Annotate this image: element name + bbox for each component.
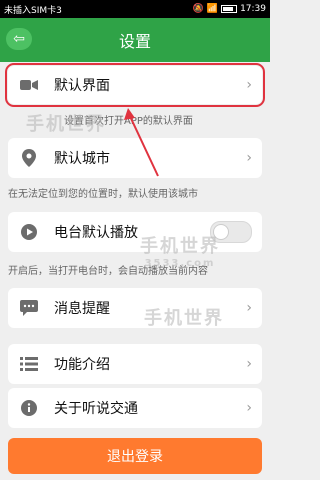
watermark-logo: 手机世界 <box>26 110 106 136</box>
watermark-logo: 手机世界 3533.com <box>140 232 220 269</box>
chevron-right-icon: › <box>246 300 252 316</box>
chevron-right-icon: › <box>246 400 252 416</box>
battery-icon <box>221 5 238 13</box>
setting-about[interactable]: 关于听说交通 › <box>8 388 262 428</box>
carrier-text: 未插入SIM卡3 <box>4 5 62 16</box>
setting-label: 关于听说交通 <box>54 401 138 417</box>
setting-radio-autoplay[interactable]: 电台默认播放 <box>8 212 262 252</box>
watermark-text: 手机世界 <box>140 236 220 257</box>
setting-default-city[interactable]: 默认城市 › <box>8 138 262 178</box>
play-icon <box>18 221 40 243</box>
info-icon <box>18 397 40 419</box>
setting-default-screen[interactable]: 默认界面 › <box>5 63 265 107</box>
setting-features[interactable]: 功能介绍 › <box>8 344 262 384</box>
status-bar: 未插入SIM卡3 🔕 📶 17:39 <box>0 0 270 18</box>
setting-note: 在无法定位到您的位置时，默认使用该城市 <box>8 189 198 200</box>
watermark-text: 手机世界 <box>144 308 224 329</box>
page-title: 设置 <box>118 32 151 51</box>
setting-label: 功能介绍 <box>54 357 110 373</box>
message-bubble-icon <box>18 297 40 319</box>
watermark-url: 3533.com <box>144 258 216 269</box>
status-icons: 🔕 📶 17:39 <box>193 4 266 14</box>
back-arrow-icon: ⇦ <box>13 31 25 47</box>
logout-label: 退出登录 <box>107 449 163 465</box>
setting-note: 开启后，当打开电台时，会自动播放当前内容 <box>8 266 208 277</box>
bell-icon: 🔕 <box>192 4 204 14</box>
list-menu-icon <box>18 353 40 375</box>
setting-label: 默认城市 <box>54 151 110 167</box>
location-pin-icon <box>18 147 40 169</box>
back-button[interactable]: ⇦ <box>6 28 32 50</box>
wifi-icon: 📶 <box>206 4 219 14</box>
clock: 17:39 <box>240 4 266 14</box>
logout-button[interactable]: 退出登录 <box>8 438 262 474</box>
video-camera-icon <box>18 74 40 96</box>
setting-label: 默认界面 <box>54 78 110 94</box>
top-app-bar: ⇦ 设置 <box>0 18 270 62</box>
chevron-right-icon: › <box>246 356 252 372</box>
watermark-text: 手机世界 <box>26 114 106 135</box>
chevron-right-icon: › <box>246 77 252 93</box>
watermark-logo: 手机世界 <box>144 304 224 330</box>
chevron-right-icon: › <box>246 150 252 166</box>
